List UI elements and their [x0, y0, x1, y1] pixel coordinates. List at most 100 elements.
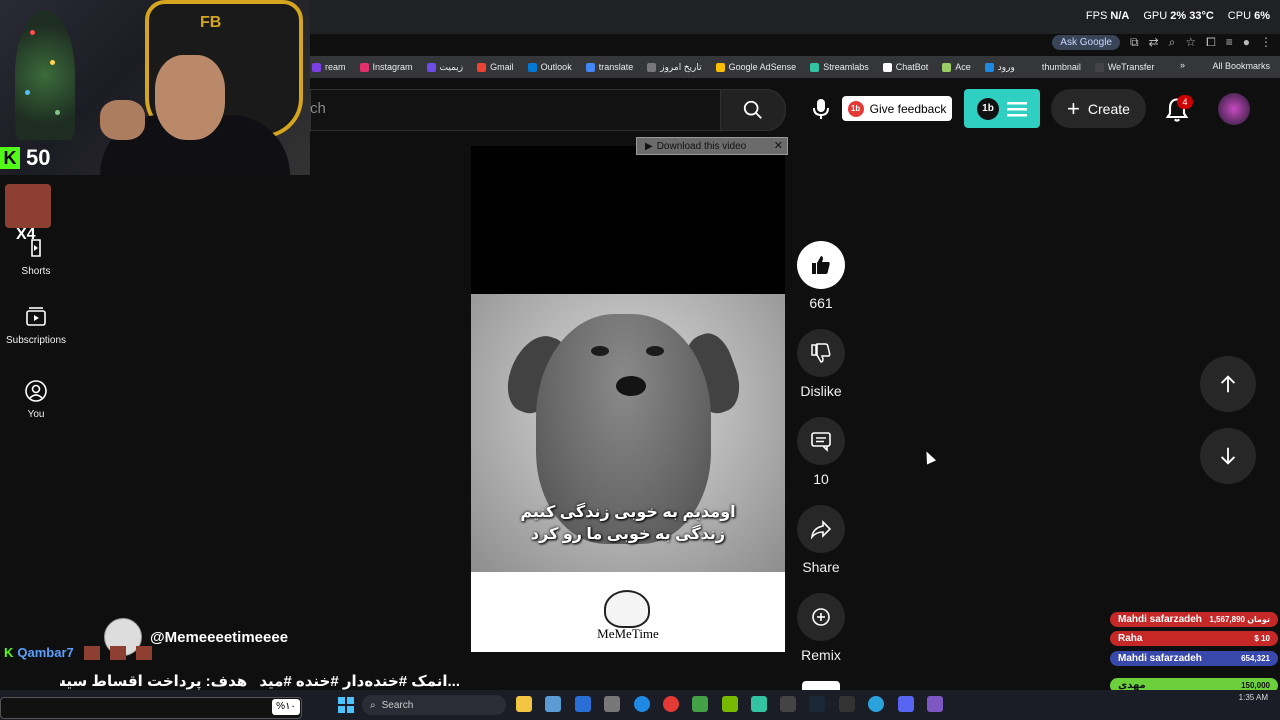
bookmark-item[interactable]: Google AdSense: [715, 62, 796, 73]
account-avatar[interactable]: [1218, 93, 1250, 125]
comments-button[interactable]: [797, 417, 845, 465]
bookmark-item[interactable]: Ace: [942, 62, 971, 73]
nvidia-icon[interactable]: [722, 696, 738, 712]
channel-handle[interactable]: @Memeeeetimeeee: [150, 629, 288, 646]
bookmark-item[interactable]: translate: [585, 62, 633, 73]
app-icon[interactable]: [780, 696, 796, 712]
arrow-down-icon: [1220, 447, 1236, 465]
chat-emote: [83, 645, 100, 660]
bookmark-item[interactable]: Gmail: [477, 62, 514, 73]
streamer-head: [155, 55, 225, 140]
bookmark-item[interactable]: زیمیت: [426, 62, 463, 73]
epic-games-icon[interactable]: [839, 696, 855, 712]
bookmark-label: ChatBot: [895, 62, 929, 72]
discord-icon[interactable]: [898, 696, 914, 712]
close-icon[interactable]: ✕: [774, 139, 783, 152]
translate-icon[interactable]: ⇄: [1149, 35, 1159, 49]
donation-row: Mahdi safarzadeh 654,321: [1110, 651, 1278, 666]
store-icon[interactable]: [545, 696, 561, 712]
reading-list-icon[interactable]: ≡: [1226, 35, 1233, 49]
donation-name: Raha: [1118, 633, 1143, 644]
create-label: Create: [1087, 100, 1130, 117]
sidebar-item-you[interactable]: You: [0, 379, 72, 420]
extension-logo-icon: 1b: [977, 97, 999, 120]
extension-menu-button[interactable]: 1b: [964, 89, 1040, 128]
star-icon[interactable]: ☆: [1185, 35, 1196, 49]
bookmark-item[interactable]: ChatBot: [882, 62, 929, 73]
create-button[interactable]: + Create: [1051, 89, 1146, 128]
microphone-icon: [813, 99, 829, 119]
share-action[interactable]: Share: [797, 505, 845, 575]
bookmark-label: WeTransfer: [1107, 62, 1155, 72]
like-button[interactable]: [797, 241, 845, 289]
bookmark-item[interactable]: تاریخ امروز: [647, 62, 702, 73]
donation-name: Mahdi safarzadeh: [1118, 614, 1202, 625]
telegram-icon[interactable]: [868, 696, 884, 712]
remix-button[interactable]: [797, 593, 845, 641]
download-label: Download this video: [656, 140, 747, 152]
bookmark-label: Instagram: [372, 62, 413, 72]
edge-icon[interactable]: [634, 696, 650, 712]
stream-goal-text: هدف: پرداخت اقساط سیستم: [60, 673, 248, 690]
mail-icon[interactable]: [575, 696, 591, 712]
bookmark-item[interactable]: Outlook: [527, 62, 572, 73]
sound-thumbnail[interactable]: [802, 681, 840, 690]
like-action[interactable]: 661: [797, 241, 845, 311]
download-video-bar[interactable]: ▶ Download this video ✕: [636, 137, 788, 155]
install-icon[interactable]: ⧉: [1130, 35, 1139, 50]
search-icon: [743, 100, 762, 119]
settings-icon[interactable]: [604, 696, 620, 712]
bookmark-icon: [984, 62, 994, 72]
short-video-player[interactable]: اومدیم به خوبی زندگی کنیم زندگی به خوبی …: [471, 146, 785, 652]
notifications-count-badge: 4: [1177, 95, 1193, 109]
zoom-icon[interactable]: ⌕: [1169, 35, 1176, 50]
sidebar-item-subscriptions[interactable]: Subscriptions: [0, 305, 72, 346]
file-explorer-icon[interactable]: [516, 696, 532, 712]
give-feedback-button[interactable]: 1b Give feedback: [842, 96, 952, 121]
chrome-icon[interactable]: [663, 696, 679, 712]
kick-viewer-badge: K 50: [0, 145, 50, 171]
bookmark-icon: [477, 62, 487, 72]
taskbar-search[interactable]: ⌕ Search: [362, 695, 506, 715]
remix-action[interactable]: Remix: [797, 593, 845, 663]
cpu-label: CPU: [1227, 10, 1252, 22]
bookmark-label: Streamlabs: [823, 62, 869, 72]
bookmark-item[interactable]: WeTransfer: [1094, 62, 1155, 73]
watermark-box: MeMeTime: [471, 572, 785, 652]
extensions-icon[interactable]: ⧠: [1206, 35, 1216, 50]
donation-amount: $ 10: [1254, 634, 1270, 643]
bookmark-item[interactable]: ream: [312, 62, 346, 73]
remix-icon: [812, 608, 830, 626]
bookmark-item[interactable]: thumbnail: [1028, 62, 1081, 73]
bookmark-item[interactable]: Instagram: [359, 62, 413, 73]
steam-icon[interactable]: [809, 696, 825, 712]
voice-search-button[interactable]: [802, 89, 840, 129]
app-icon[interactable]: [692, 696, 708, 712]
more-bookmarks-icon[interactable]: »: [1180, 60, 1185, 70]
donation-amount: 1,567,890 تومان: [1209, 615, 1270, 624]
clock: 1:35 AM: [1238, 693, 1268, 702]
chair-logo: FB: [200, 14, 222, 31]
app-icon[interactable]: [927, 696, 943, 712]
bookmark-item[interactable]: Streamlabs: [810, 62, 869, 73]
search-button[interactable]: [720, 89, 786, 131]
thumbs-up-icon: [812, 256, 830, 274]
dislike-button[interactable]: [797, 329, 845, 377]
sidebar-item-label: Shorts: [21, 266, 51, 277]
video-title: ...انمک #خنده‌دار #خنده #مید هدف: پرداخت…: [60, 672, 460, 690]
extension-logo-icon: 1b: [847, 100, 864, 117]
windows-start-icon[interactable]: [338, 697, 354, 713]
next-video-button[interactable]: [1200, 428, 1256, 484]
menu-icon[interactable]: ⋮: [1260, 35, 1272, 49]
dislike-action[interactable]: Dislike: [797, 329, 845, 399]
bookmark-item[interactable]: ورود: [984, 62, 1015, 73]
profile-icon[interactable]: ●: [1243, 35, 1250, 49]
comments-action[interactable]: 10: [797, 417, 845, 487]
ask-google-button[interactable]: Ask Google: [1052, 34, 1120, 50]
share-button[interactable]: [797, 505, 845, 553]
streamlabs-icon[interactable]: [751, 696, 767, 712]
search-input[interactable]: [310, 89, 721, 131]
sidebar-item-shorts[interactable]: Shorts: [0, 236, 72, 277]
all-bookmarks[interactable]: All Bookmarks: [1212, 61, 1270, 71]
previous-video-button[interactable]: [1200, 356, 1256, 412]
